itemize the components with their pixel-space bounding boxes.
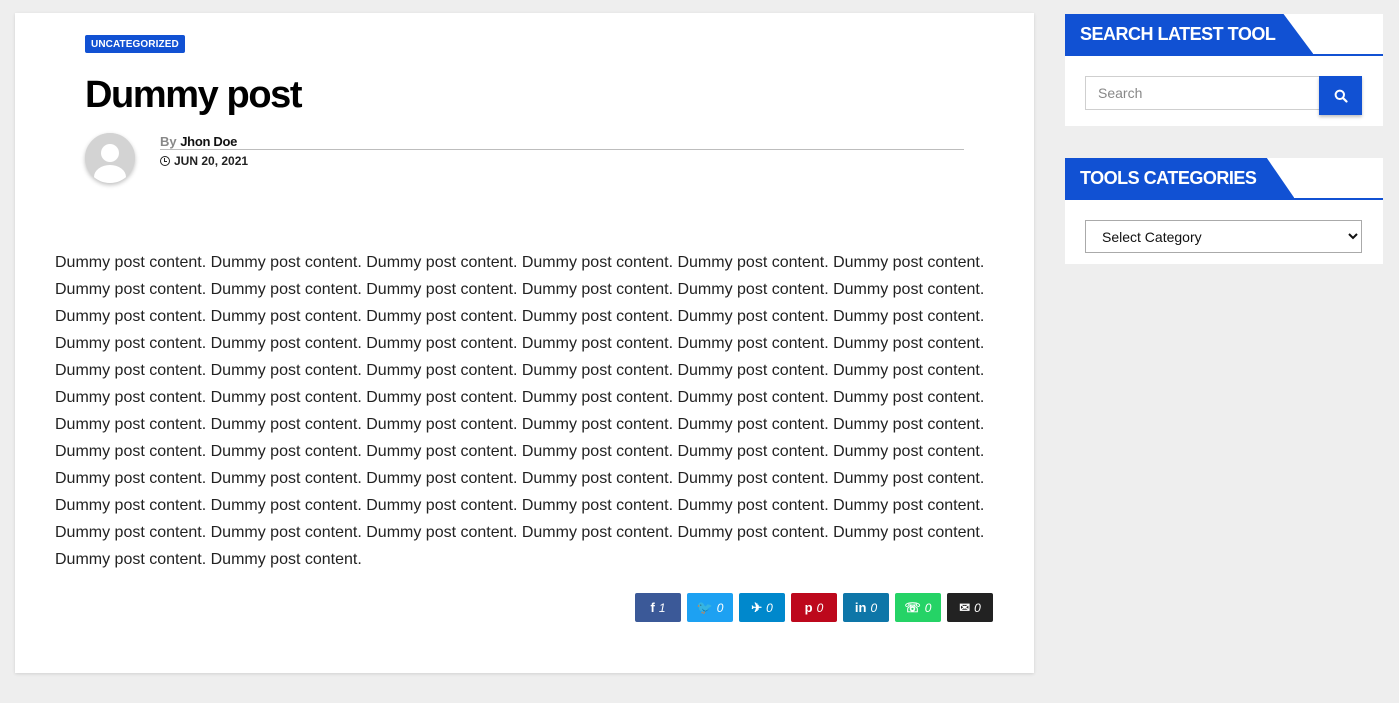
search-button[interactable] <box>1319 76 1362 115</box>
clock-icon <box>160 156 170 166</box>
post-content: Dummy post content. Dummy post content. … <box>55 254 985 568</box>
category-badge[interactable]: UNCATEGORIZED <box>85 35 185 53</box>
search-icon <box>1334 89 1348 103</box>
telegram-icon: ✈ <box>751 599 763 615</box>
search-widget-title: SEARCH LATEST TOOL <box>1065 14 1314 54</box>
pinterest-icon: p <box>804 600 813 615</box>
widget-header: TOOLS CATEGORIES <box>1065 158 1383 200</box>
share-count: 0 <box>716 600 724 615</box>
share-count: 0 <box>870 600 878 615</box>
categories-widget-title: TOOLS CATEGORIES <box>1065 158 1295 198</box>
post-title: Dummy post <box>85 74 303 116</box>
author-avatar[interactable] <box>85 133 135 183</box>
category-select[interactable]: Select Category <box>1085 220 1362 253</box>
share-telegram-button[interactable]: ✈ 0 <box>739 593 785 622</box>
share-whatsapp-button[interactable]: ☏ 0 <box>895 593 941 622</box>
envelope-icon: ✉ <box>959 599 971 615</box>
share-count: 0 <box>924 600 932 615</box>
share-count: 1 <box>658 600 666 615</box>
search-input[interactable] <box>1085 76 1319 110</box>
by-label: By <box>160 134 177 149</box>
share-facebook-button[interactable]: f1 <box>635 593 681 622</box>
author-link[interactable]: Jhon Doe <box>180 134 237 149</box>
search-widget: SEARCH LATEST TOOL <box>1065 14 1383 126</box>
share-twitter-button[interactable]: 🐦 0 <box>687 593 733 622</box>
share-count: 0 <box>766 600 773 615</box>
share-linkedin-button[interactable]: in 0 <box>843 593 889 622</box>
share-email-button[interactable]: ✉ 0 <box>947 593 993 622</box>
user-silhouette-icon <box>85 133 135 183</box>
share-pinterest-button[interactable]: p0 <box>791 593 837 622</box>
linkedin-icon: in <box>854 600 867 615</box>
post-card: UNCATEGORIZED Dummy post By Jhon Doe JUN… <box>15 13 1034 673</box>
search-form <box>1085 76 1362 115</box>
post-meta: By Jhon Doe JUN 20, 2021 <box>160 134 964 168</box>
twitter-icon: 🐦 <box>696 599 713 615</box>
widget-header: SEARCH LATEST TOOL <box>1065 14 1383 56</box>
post-date: JUN 20, 2021 <box>160 154 964 168</box>
share-count: 0 <box>974 600 981 615</box>
post-date-text: JUN 20, 2021 <box>174 154 249 168</box>
byline: By Jhon Doe <box>160 134 964 150</box>
facebook-icon: f <box>650 600 655 615</box>
categories-widget: TOOLS CATEGORIES Select Category <box>1065 158 1383 264</box>
whatsapp-icon: ☏ <box>904 599 921 615</box>
share-buttons: f 1 🐦 0 ✈ 0 p 0 in 0 ☏ 0 ✉ 0 <box>635 593 993 622</box>
share-count: 0 <box>816 600 824 615</box>
